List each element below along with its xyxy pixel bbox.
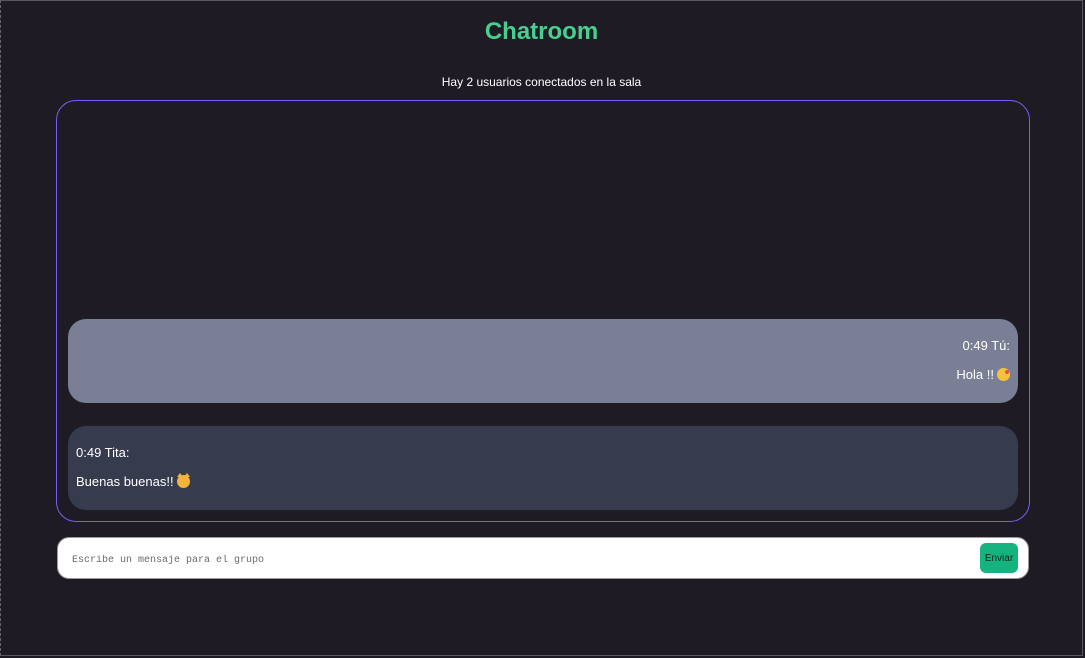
chat-page: Chatroom Hay 2 usuarios conectados en la… — [0, 0, 1083, 656]
message-text: Hola !! — [956, 367, 994, 382]
message-body: Hola !! — [76, 367, 1010, 382]
message-other: 0:49 Tita: Buenas buenas!! — [68, 426, 1018, 510]
send-button[interactable]: Enviar — [980, 543, 1018, 573]
chat-messages-panel[interactable]: 0:49 Tú: Hola !! 0:49 Tita: Buenas buena… — [56, 100, 1030, 522]
message-own: 0:49 Tú: Hola !! — [68, 319, 1018, 403]
connected-users-status: Hay 2 usuarios conectados en la sala — [441, 75, 642, 89]
message-composer: Enviar — [57, 537, 1029, 579]
message-header: 0:49 Tú: — [962, 338, 1010, 353]
kissing-face-icon — [997, 368, 1010, 381]
smiling-cat-icon — [176, 473, 190, 488]
message-input[interactable] — [70, 547, 974, 573]
message-text: Buenas buenas!! — [76, 474, 174, 489]
message-header: 0:49 Tita: — [76, 445, 130, 460]
page-title: Chatroom — [484, 18, 599, 45]
message-body: Buenas buenas!! — [76, 473, 1010, 489]
